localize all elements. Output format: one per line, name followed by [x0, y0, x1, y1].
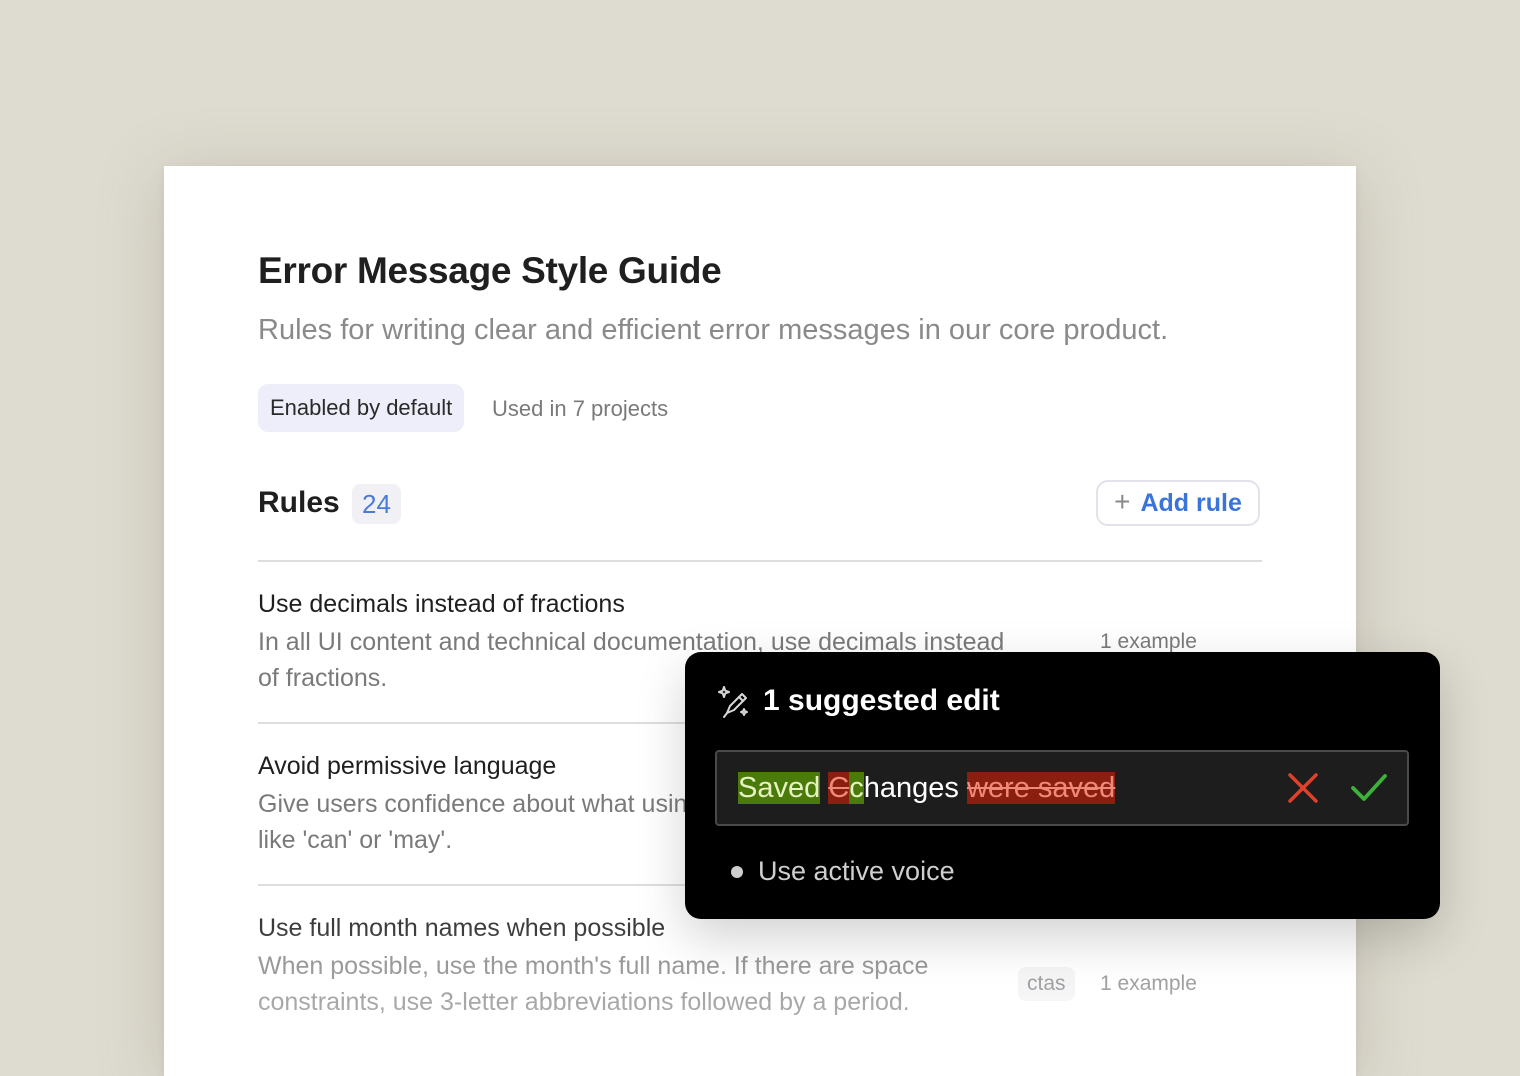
rule-description: When possible, use the month's full name…: [258, 952, 929, 1016]
rule-title: Avoid permissive language: [258, 752, 557, 780]
diff-insertion: c: [849, 772, 864, 804]
rules-heading: Rules: [258, 486, 340, 519]
check-icon[interactable]: [1349, 770, 1389, 806]
enabled-badge: Enabled by default: [258, 384, 465, 432]
bullet-icon: [731, 866, 743, 878]
rule-tag: ctas: [1018, 967, 1075, 1001]
add-rule-button[interactable]: + Add rule: [1096, 480, 1260, 526]
rules-divider: [258, 560, 1262, 562]
rule-example-count: 1 example: [1100, 630, 1197, 653]
style-guide-card: Error Message Style Guide Rules for writ…: [164, 166, 1356, 1076]
edit-diff: Saved Cchanges were saved: [738, 770, 1116, 806]
rule-reference-text: Use active voice: [758, 856, 955, 886]
add-rule-label: Add rule: [1140, 488, 1242, 517]
rule-example-count: 1 example: [1100, 972, 1197, 995]
page-title: Error Message Style Guide: [258, 250, 722, 291]
rules-count-badge: 24: [352, 484, 401, 524]
rule-title: Use decimals instead of fractions: [258, 590, 625, 618]
rule-title: Use full month names when possible: [258, 914, 666, 942]
close-icon[interactable]: [1285, 770, 1321, 806]
magic-pen-icon: [718, 686, 748, 718]
usage-count: Used in 7 projects: [492, 396, 669, 421]
page-subtitle: Rules for writing clear and efficient er…: [258, 314, 1169, 346]
diff-deletion: were saved: [966, 772, 1116, 804]
plus-icon: +: [1114, 485, 1131, 517]
popup-title: 1 suggested edit: [763, 684, 1000, 717]
diff-insertion: Saved: [738, 772, 821, 804]
suggested-edit-box: Saved Cchanges were saved: [715, 750, 1409, 826]
suggested-edit-popup: 1 suggested edit Saved Cchanges were sav…: [685, 652, 1440, 919]
diff-unchanged: hanges: [863, 772, 959, 804]
diff-deletion: C: [828, 772, 850, 804]
